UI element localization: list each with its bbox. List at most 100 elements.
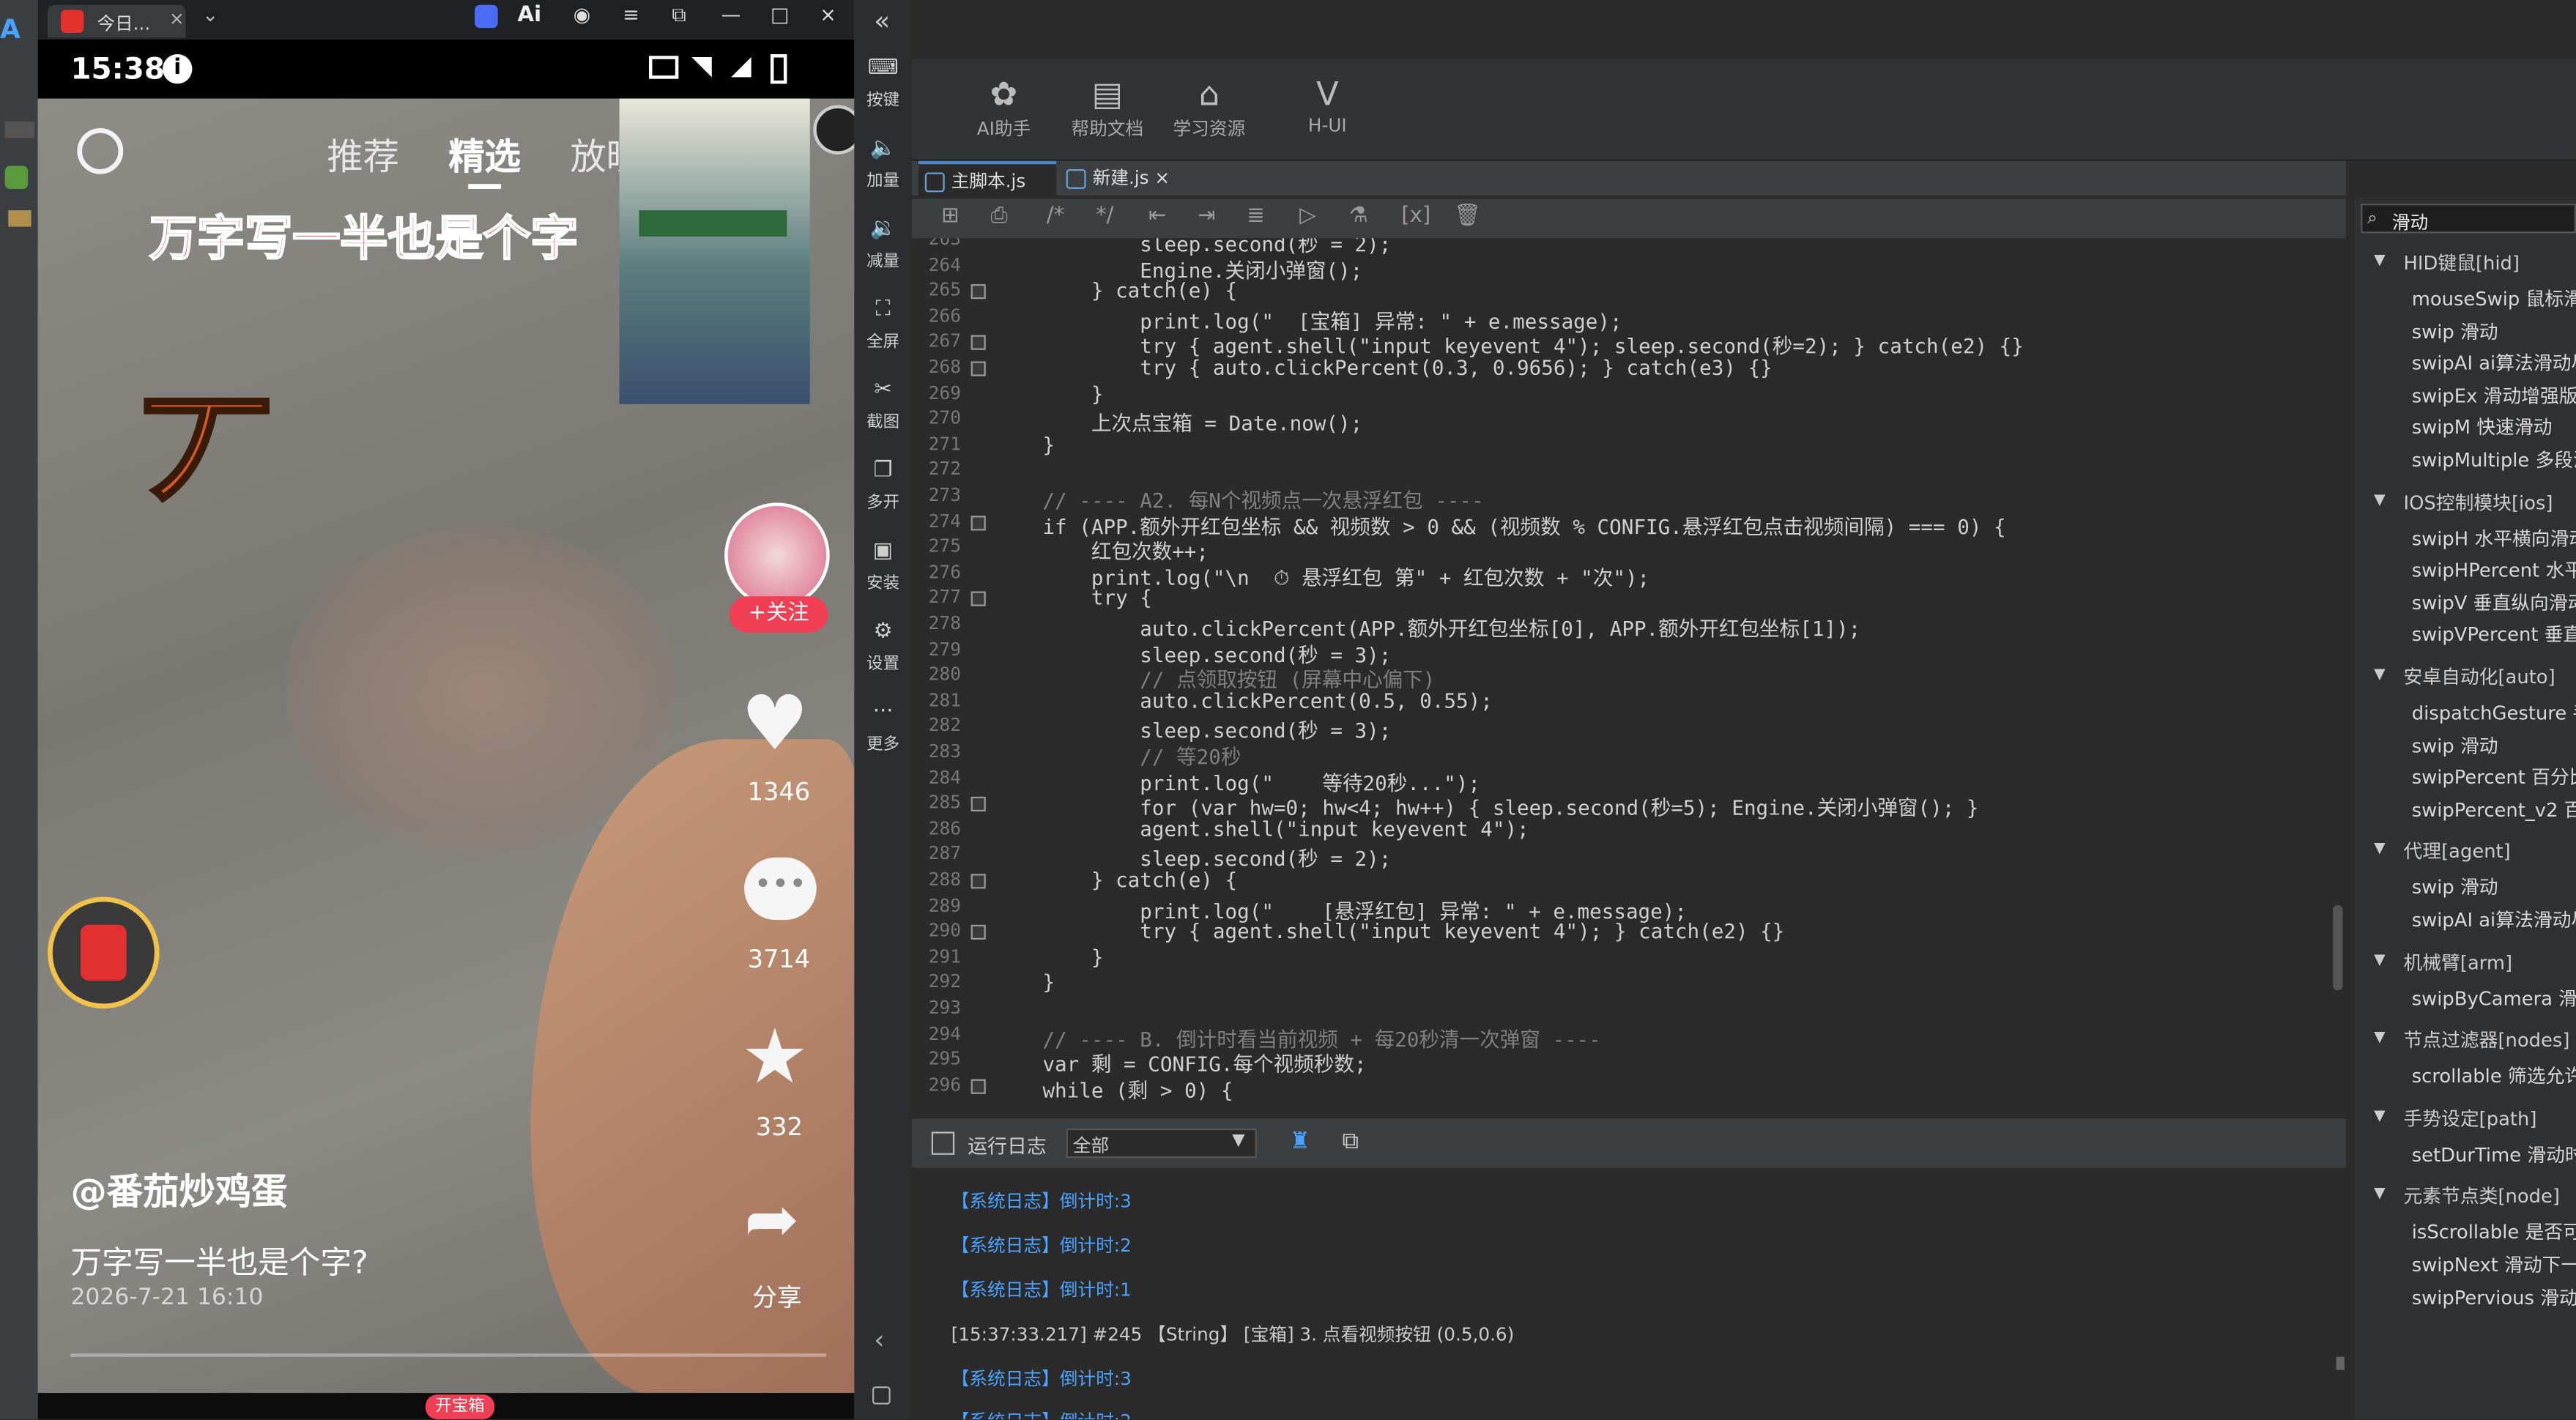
indent-icon[interactable]: ⇥	[1198, 204, 1215, 228]
log-filter-select[interactable]: 全部 ▼	[1066, 1128, 1257, 1159]
tool-settings[interactable]: ⚙ 设置	[854, 620, 912, 674]
api-item[interactable]: swipAI ai算法滑动尽	[2412, 907, 2576, 933]
hui-button[interactable]: V H-UI	[1294, 73, 1360, 136]
tab-featured[interactable]: 精选	[448, 128, 521, 181]
tool-fullscreen[interactable]: ⛶ 全屏	[854, 297, 912, 352]
chevron-down-icon[interactable]: ⌄	[202, 3, 219, 26]
api-item[interactable]: swipVPercent 垂直纵	[2412, 622, 2576, 648]
print-icon[interactable]: ⎙	[991, 204, 1008, 228]
api-group-title[interactable]: 节点过滤器[nodes]	[2404, 1027, 2570, 1053]
android-icon[interactable]	[4, 166, 29, 189]
user-icon[interactable]: ◉	[574, 3, 591, 26]
expand-arrow-icon[interactable]: ▼	[2374, 1186, 2386, 1202]
comment-icon[interactable]: /*	[1047, 204, 1064, 228]
tab-main-script[interactable]: 主脚本.js	[918, 160, 1057, 198]
search-icon[interactable]	[77, 127, 124, 174]
fold-marker-icon[interactable]	[970, 874, 986, 889]
run-icon[interactable]: ▷	[1299, 204, 1315, 228]
pip-thumbnail[interactable]	[619, 98, 810, 404]
star-icon[interactable]: ★	[741, 1012, 809, 1101]
code-editor[interactable]: 263 sleep.second(秒 = 2); 264 Engine.关闭小弹窗…	[911, 238, 2347, 1112]
window-icon[interactable]: ⧉	[672, 3, 686, 28]
side-item[interactable]	[4, 121, 35, 138]
add-icon[interactable]: ⊞	[941, 204, 959, 228]
api-item[interactable]: setDurTime 滑动时间	[2412, 1141, 2576, 1167]
folder-icon[interactable]	[8, 210, 31, 227]
tool-screenshot[interactable]: ✂ 截图	[854, 378, 912, 432]
chevron-left-icon[interactable]: ‹	[874, 1324, 884, 1356]
tool-keys[interactable]: ⌨ 按键	[854, 56, 912, 110]
fold-marker-icon[interactable]	[970, 592, 986, 607]
api-item[interactable]: swipEx 滑动增强版	[2412, 382, 2576, 409]
ai-assistant-button[interactable]: ✿ AI助手	[968, 73, 1040, 141]
follow-button[interactable]: +关注	[729, 596, 828, 633]
expand-arrow-icon[interactable]: ▼	[2374, 952, 2386, 968]
api-item[interactable]: swipM 快速滑动	[2412, 415, 2553, 441]
minimize-icon[interactable]: —	[721, 3, 741, 26]
editor-scrollbar[interactable]	[2333, 904, 2343, 991]
api-item[interactable]: swipMultiple 多段滑	[2412, 447, 2576, 473]
close-window-icon[interactable]: ×	[820, 3, 836, 26]
fold-marker-icon[interactable]	[970, 925, 986, 940]
tool-volume-down[interactable]: 🔉 减量	[854, 217, 912, 271]
author-avatar[interactable]	[724, 502, 830, 608]
close-icon[interactable]: ×	[1154, 168, 1170, 189]
author-name[interactable]: @番茄炒鸡蛋	[70, 1163, 287, 1216]
api-item[interactable]: swipPercent_v2 百分	[2412, 796, 2576, 822]
outdent-icon[interactable]: ⇤	[1148, 204, 1166, 228]
api-item[interactable]: swip 滑动	[2412, 318, 2498, 344]
learning-button[interactable]: ⌂ 学习资源	[1168, 73, 1250, 141]
log-scrollbar[interactable]	[2336, 1356, 2345, 1370]
heart-icon[interactable]: ♥	[741, 678, 809, 767]
api-item[interactable]: swip 滑动	[2412, 874, 2498, 901]
api-group-title[interactable]: 手势设定[path]	[2404, 1105, 2537, 1131]
api-item[interactable]: mouseSwip 鼠标滑动	[2412, 286, 2576, 312]
lightning-icon[interactable]	[475, 4, 498, 29]
video-feed[interactable]: 推荐 精选 放映厅 万字写一半也是个字 丆 +关注 ♥ 1346 ••• 371…	[37, 98, 855, 1397]
api-group-title[interactable]: HID键鼠[hid]	[2404, 250, 2520, 276]
api-item[interactable]: swipPervious 滑动上	[2412, 1284, 2576, 1310]
api-item[interactable]: swipPercent 百分比滑	[2412, 764, 2576, 790]
fold-marker-icon[interactable]	[970, 1079, 986, 1094]
uncomment-icon[interactable]: */	[1096, 204, 1113, 228]
variable-icon[interactable]: [x]	[1401, 204, 1430, 228]
expand-arrow-icon[interactable]: ▼	[2374, 1109, 2386, 1125]
api-group-title[interactable]: 元素节点类[node]	[2404, 1183, 2561, 1210]
api-group-title[interactable]: IOS控制模块[ios]	[2404, 489, 2553, 516]
api-item[interactable]: swipHPercent 水平百	[2412, 557, 2576, 584]
fold-marker-icon[interactable]	[970, 797, 986, 812]
api-item[interactable]: swipByCamera 滑动	[2412, 985, 2576, 1011]
square-icon[interactable]	[872, 1386, 891, 1405]
comment-icon[interactable]: •••	[744, 857, 817, 921]
fold-marker-icon[interactable]	[970, 515, 986, 530]
export-icon[interactable]: ⧉	[1343, 1129, 1359, 1155]
fold-marker-icon[interactable]	[970, 361, 986, 376]
api-search-input[interactable]: ⌕ 滑动	[2361, 204, 2576, 234]
api-item[interactable]: swipAI ai算法滑动尽	[2412, 350, 2576, 376]
help-docs-button[interactable]: ▤ 帮助文档	[1066, 73, 1148, 141]
api-item[interactable]: swipV 垂直纵向滑动	[2412, 590, 2576, 616]
progress-bar[interactable]	[70, 1353, 827, 1357]
format-icon[interactable]: ≣	[1247, 204, 1264, 228]
api-item[interactable]: dispatchGesture 手势	[2412, 700, 2576, 726]
flask-icon[interactable]: ⚗	[1349, 204, 1368, 228]
api-group-title[interactable]: 代理[agent]	[2404, 839, 2511, 865]
api-item[interactable]: isScrollable 是否可滑	[2412, 1219, 2576, 1246]
fold-marker-icon[interactable]	[970, 335, 986, 351]
close-icon[interactable]: ×	[169, 8, 185, 29]
trash-icon[interactable]: 🗑	[1454, 204, 1481, 228]
maximize-icon[interactable]: □	[771, 3, 789, 26]
red-packet-timer[interactable]	[48, 896, 160, 1009]
fold-marker-icon[interactable]	[970, 284, 986, 300]
tool-multi[interactable]: ❐ 多开	[854, 458, 912, 513]
tool-install[interactable]: ▣ 安装	[854, 539, 912, 593]
expand-arrow-icon[interactable]: ▼	[2374, 492, 2386, 508]
menu-icon[interactable]: ≡	[623, 3, 639, 26]
broom-icon[interactable]: ♜	[1290, 1129, 1310, 1155]
api-group-title[interactable]: 机械臂[arm]	[2404, 949, 2513, 975]
tab-recommend[interactable]: 推荐	[327, 128, 399, 181]
share-icon[interactable]: ➦	[744, 1183, 799, 1258]
expand-arrow-icon[interactable]: ▼	[2374, 1030, 2386, 1047]
api-item[interactable]: swip 滑动	[2412, 732, 2498, 758]
tool-more[interactable]: ··· 更多	[854, 700, 912, 754]
